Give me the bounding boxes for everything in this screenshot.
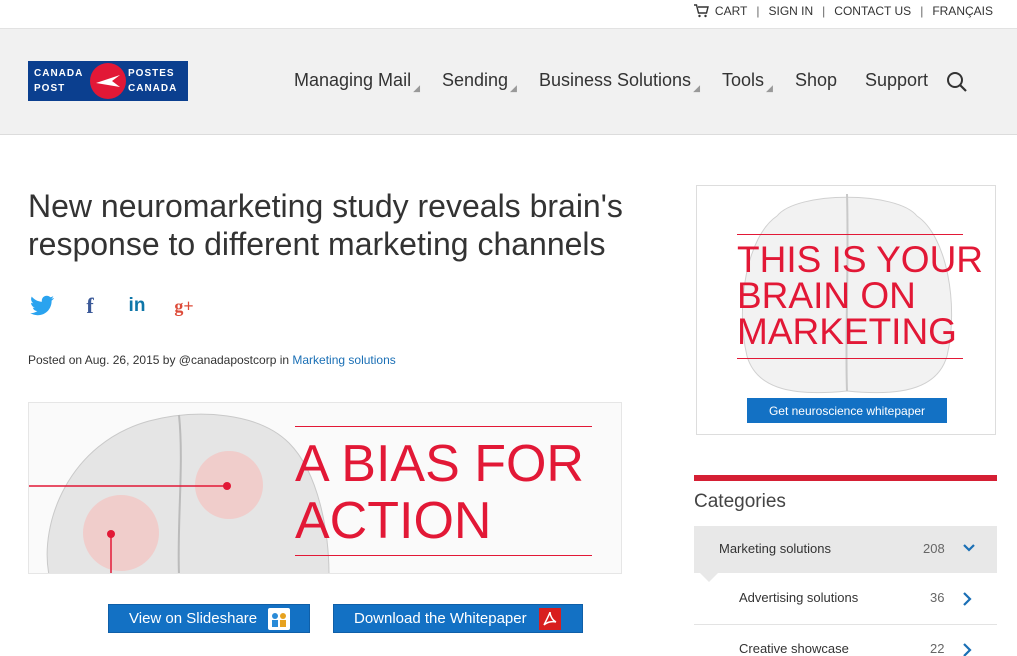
nav-label: Shop: [794, 70, 837, 90]
logo-emblem-icon: [90, 63, 126, 99]
chevron-right-icon: [963, 643, 972, 656]
separator: |: [756, 4, 760, 18]
chevron-right-icon: [963, 592, 972, 606]
search-icon[interactable]: [946, 71, 968, 93]
category-marketing-solutions[interactable]: Marketing solutions 208: [694, 526, 997, 573]
logo-text-post: POST: [34, 83, 66, 94]
article-byline: Posted on Aug. 26, 2015 by @canadapostco…: [28, 353, 396, 367]
nav-tools[interactable]: Tools ◢: [721, 70, 773, 93]
button-label: Download the Whitepaper: [354, 610, 527, 627]
nav-label: Business Solutions: [538, 70, 692, 90]
category-name: Advertising solutions: [739, 590, 859, 605]
social-share: f in g+: [30, 293, 218, 319]
language-toggle-link[interactable]: FRANÇAIS: [932, 4, 993, 18]
nav-label: Tools: [721, 70, 765, 90]
menu-indicator-icon: ◢: [510, 83, 517, 93]
slideshare-icon: [268, 608, 290, 630]
ad-line: THIS IS YOUR: [737, 239, 984, 280]
facebook-icon[interactable]: f: [77, 293, 103, 319]
neuroscience-ad[interactable]: THIS IS YOUR BRAIN ON MARKETING Get neur…: [696, 185, 996, 435]
category-name: Creative showcase: [739, 641, 849, 656]
logo-text-canada: CANADA: [34, 68, 84, 79]
nav-label: Managing Mail: [294, 70, 412, 90]
canada-post-logo[interactable]: CANADA POST POSTES CANADA: [28, 61, 188, 101]
linkedin-icon[interactable]: in: [124, 293, 150, 319]
chevron-down-icon: [963, 544, 975, 552]
button-label: View on Slideshare: [129, 610, 258, 627]
utility-links: CART | SIGN IN | CONTACT US | FRANÇAIS: [693, 4, 993, 18]
nav-shop[interactable]: Shop: [795, 70, 837, 91]
menu-indicator-icon: ◢: [766, 83, 773, 93]
categories-heading: Categories: [694, 491, 786, 512]
ad-rule: [737, 358, 963, 359]
ad-line: BRAIN ON: [737, 275, 916, 316]
category-count: 36: [930, 590, 945, 605]
banner-rule: [295, 555, 592, 556]
ad-rule: [737, 234, 963, 235]
nav-managing-mail[interactable]: Managing Mail ◢: [294, 70, 420, 93]
nav-sending[interactable]: Sending ◢: [441, 70, 517, 93]
utility-bar: CART | SIGN IN | CONTACT US | FRANÇAIS: [0, 0, 1017, 28]
sign-in-link[interactable]: SIGN IN: [768, 4, 813, 18]
category-advertising-solutions[interactable]: Advertising solutions 36: [694, 575, 997, 625]
logo-text-canada-fr: CANADA: [128, 83, 178, 94]
category-count: 22: [930, 641, 945, 656]
headline-line: New neuromarketing study reveals brain's: [28, 188, 623, 224]
cart-icon[interactable]: [693, 4, 709, 18]
get-whitepaper-button[interactable]: Get neuroscience whitepaper: [747, 398, 947, 423]
menu-indicator-icon: ◢: [693, 83, 700, 93]
nav-business-solutions[interactable]: Business Solutions ◢: [538, 70, 700, 93]
nav-label: Support: [864, 70, 929, 90]
logo-text-postes: POSTES: [128, 68, 175, 79]
category-count: 208: [923, 541, 945, 556]
banner-line: A BIAS FOR: [295, 435, 584, 493]
banner-rule: [295, 426, 592, 427]
category-name: Marketing solutions: [719, 541, 831, 556]
categories-accent-bar: [694, 475, 997, 481]
pdf-icon: [539, 608, 561, 630]
ad-line: MARKETING: [737, 311, 957, 352]
byline-text: Posted on Aug. 26, 2015 by @canadapostco…: [28, 353, 293, 367]
article-headline: New neuromarketing study reveals brain's…: [28, 187, 668, 263]
separator: |: [822, 4, 826, 18]
nav-label: Sending: [441, 70, 509, 90]
twitter-icon[interactable]: [30, 293, 56, 319]
contact-us-link[interactable]: CONTACT US: [834, 4, 911, 18]
download-whitepaper-button[interactable]: Download the Whitepaper: [333, 604, 583, 633]
google-plus-icon[interactable]: g+: [171, 293, 197, 319]
category-creative-showcase[interactable]: Creative showcase 22: [694, 626, 997, 656]
nav-support[interactable]: Support: [865, 70, 928, 91]
banner-headline: A BIAS FOR ACTION: [295, 436, 584, 550]
menu-indicator-icon: ◢: [413, 83, 420, 93]
separator: |: [920, 4, 924, 18]
view-on-slideshare-button[interactable]: View on Slideshare: [108, 604, 310, 633]
cart-link[interactable]: CART: [715, 4, 747, 18]
site-header: CANADA POST POSTES CANADA Managing Mail ◢…: [0, 28, 1017, 135]
main-nav: Managing Mail ◢ Sending ◢ Business Solutio…: [294, 70, 950, 93]
category-link[interactable]: Marketing solutions: [292, 353, 395, 367]
banner-line: ACTION: [295, 492, 492, 550]
headline-line: response to different marketing channels: [28, 226, 606, 262]
ad-headline: THIS IS YOUR BRAIN ON MARKETING: [737, 239, 984, 352]
article-banner-image: A BIAS FOR ACTION: [28, 402, 622, 574]
